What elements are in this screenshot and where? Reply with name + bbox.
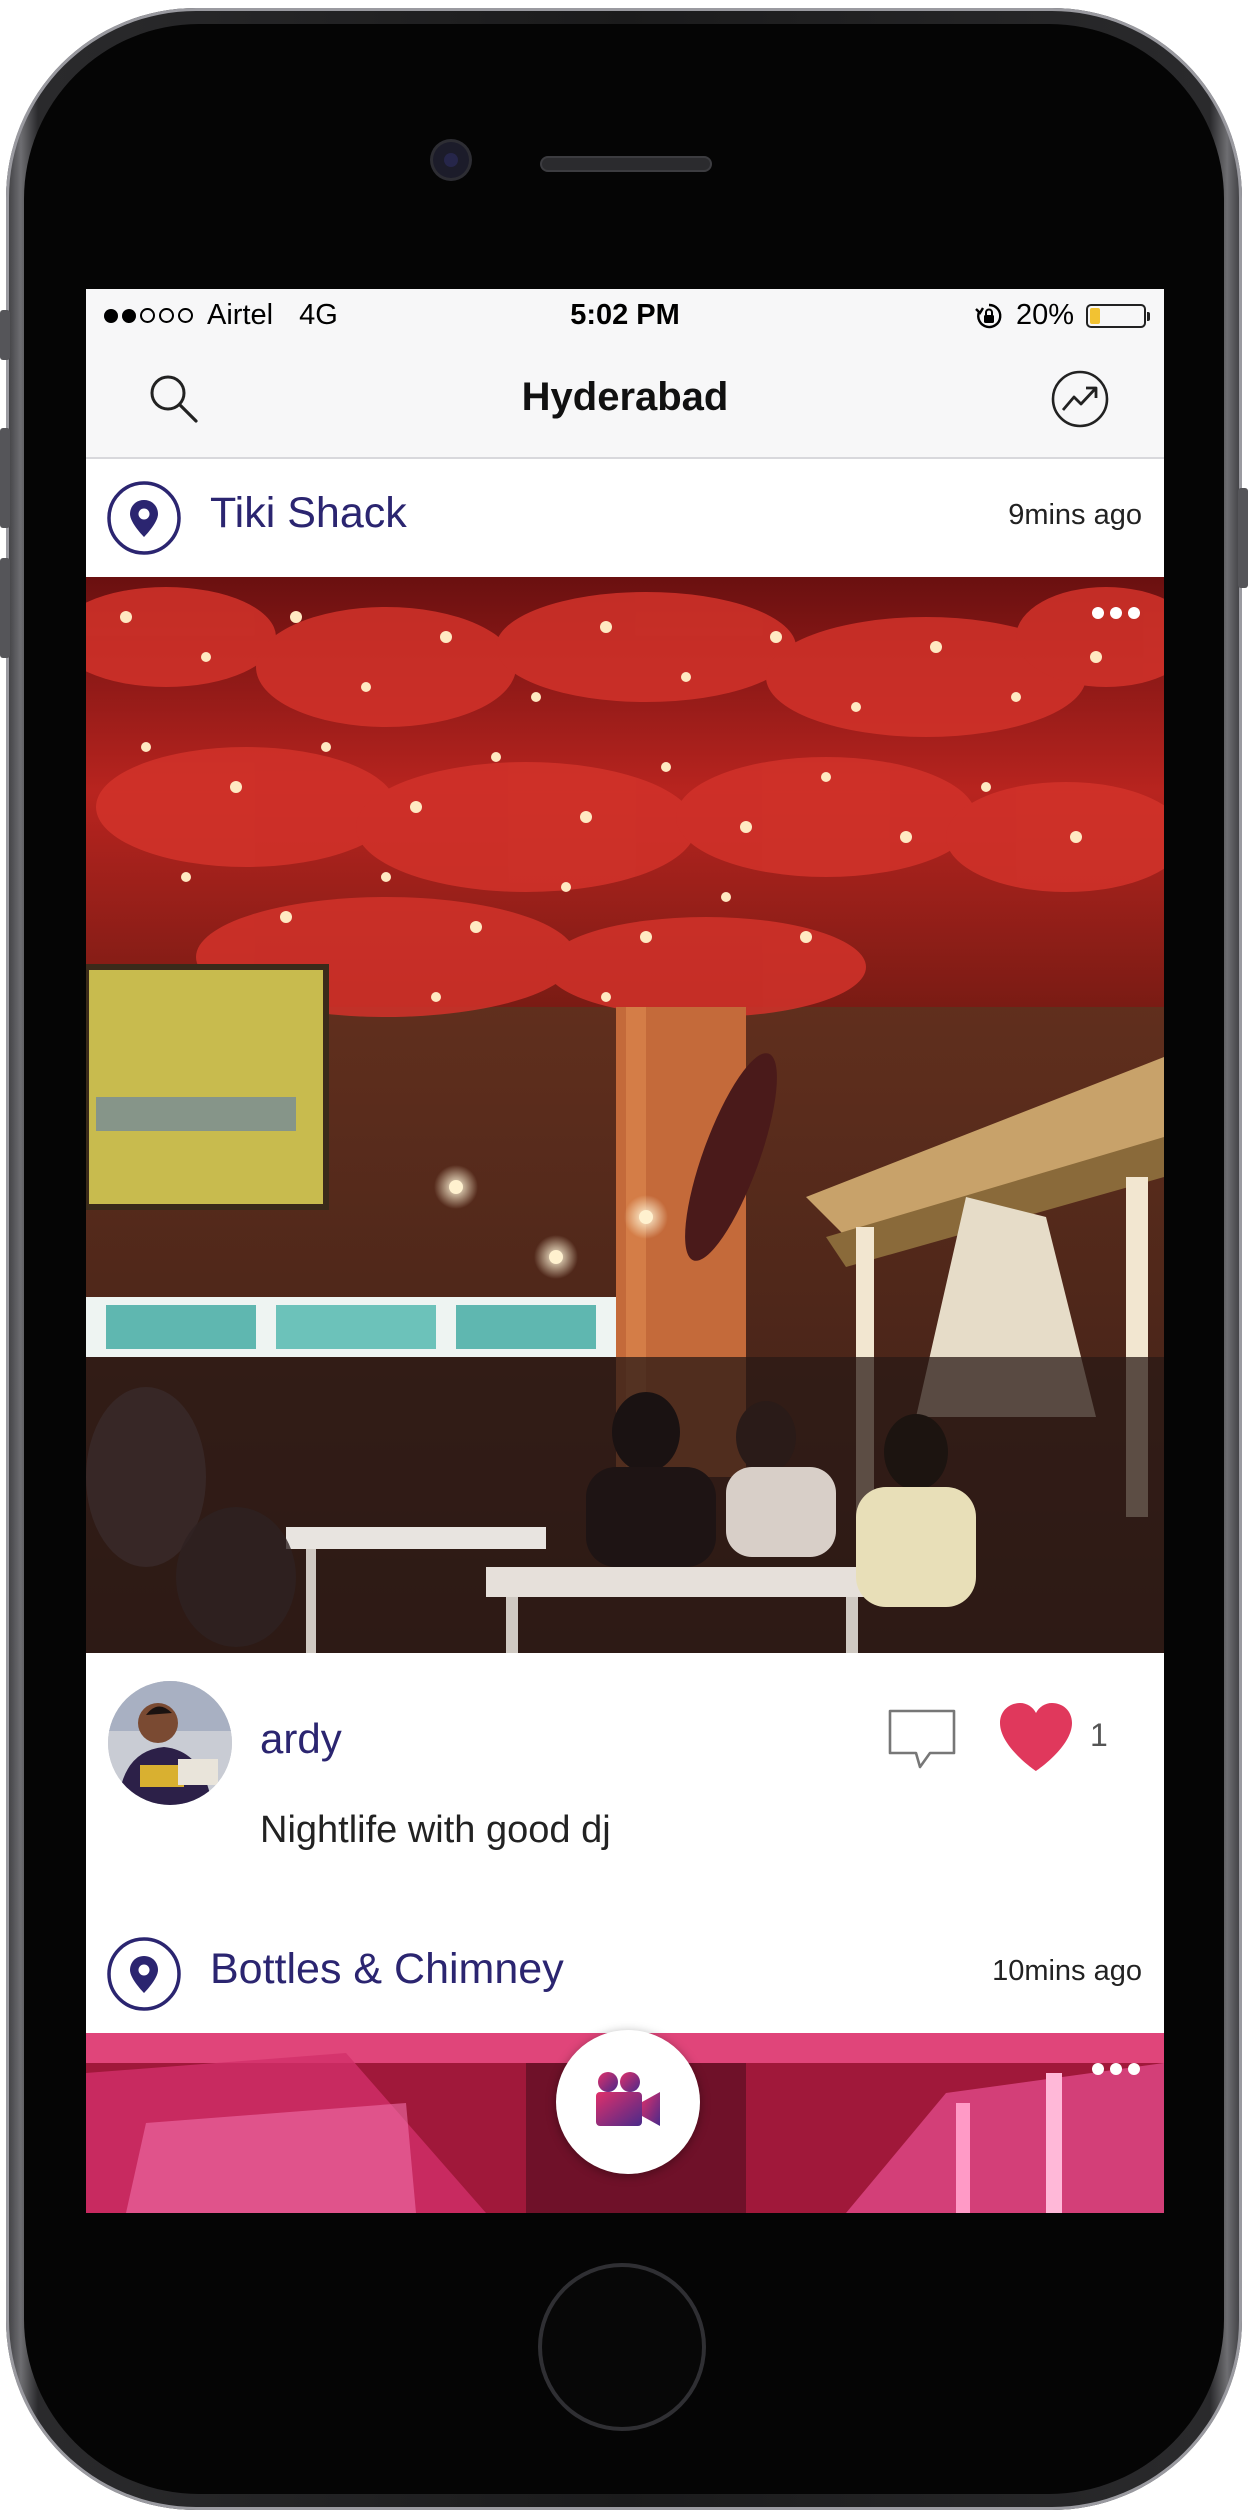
like-count: 1	[1090, 1717, 1108, 1753]
username[interactable]: ardy	[260, 1715, 342, 1763]
app-screen: Airtel 4G 5:02 PM 20% Hyderabad Tiki Sha…	[86, 289, 1164, 2213]
post-photo[interactable]	[86, 577, 1164, 1653]
more-options-icon[interactable]	[1092, 607, 1140, 619]
volume-up-button	[0, 428, 10, 528]
status-right: 20%	[974, 299, 1150, 332]
post-caption: Nightlife with good dj	[260, 1809, 611, 1851]
post-header: Tiki Shack 9mins ago	[86, 459, 1164, 577]
video-camera-icon	[596, 2072, 660, 2126]
post-footer: ardy Nightlife with good dj 1	[86, 1653, 1164, 1917]
power-button	[1238, 488, 1248, 588]
post-header: Bottles & Chimney 10mins ago	[86, 1915, 1164, 2033]
battery-percent: 20%	[1015, 299, 1074, 331]
avatar[interactable]	[108, 1681, 232, 1805]
record-video-button[interactable]	[556, 2030, 700, 2174]
location-pin-icon[interactable]	[106, 1936, 182, 2012]
post-time: 10mins ago	[992, 1955, 1142, 1987]
front-camera	[433, 142, 469, 178]
trending-icon[interactable]	[1050, 369, 1110, 429]
battery-icon	[1086, 303, 1150, 328]
mute-switch	[0, 310, 10, 360]
rotation-lock-icon	[975, 303, 1002, 328]
comment-icon[interactable]	[886, 1703, 958, 1775]
status-bar: Airtel 4G 5:02 PM 20%	[86, 289, 1164, 343]
place-name[interactable]: Tiki Shack	[210, 489, 407, 538]
earpiece-speaker	[542, 158, 710, 170]
page-title: Hyderabad	[521, 375, 729, 419]
volume-down-button	[0, 558, 10, 658]
location-pin-icon[interactable]	[106, 480, 182, 556]
battery-level	[1090, 307, 1100, 324]
restaurant-photo	[86, 577, 1164, 1653]
nav-bar: Hyderabad	[86, 343, 1164, 459]
place-name[interactable]: Bottles & Chimney	[210, 1945, 564, 1994]
heart-icon[interactable]	[996, 1701, 1076, 1773]
post-time: 9mins ago	[1008, 499, 1142, 531]
more-options-icon[interactable]	[1092, 2063, 1140, 2075]
home-button[interactable]	[542, 2267, 702, 2427]
